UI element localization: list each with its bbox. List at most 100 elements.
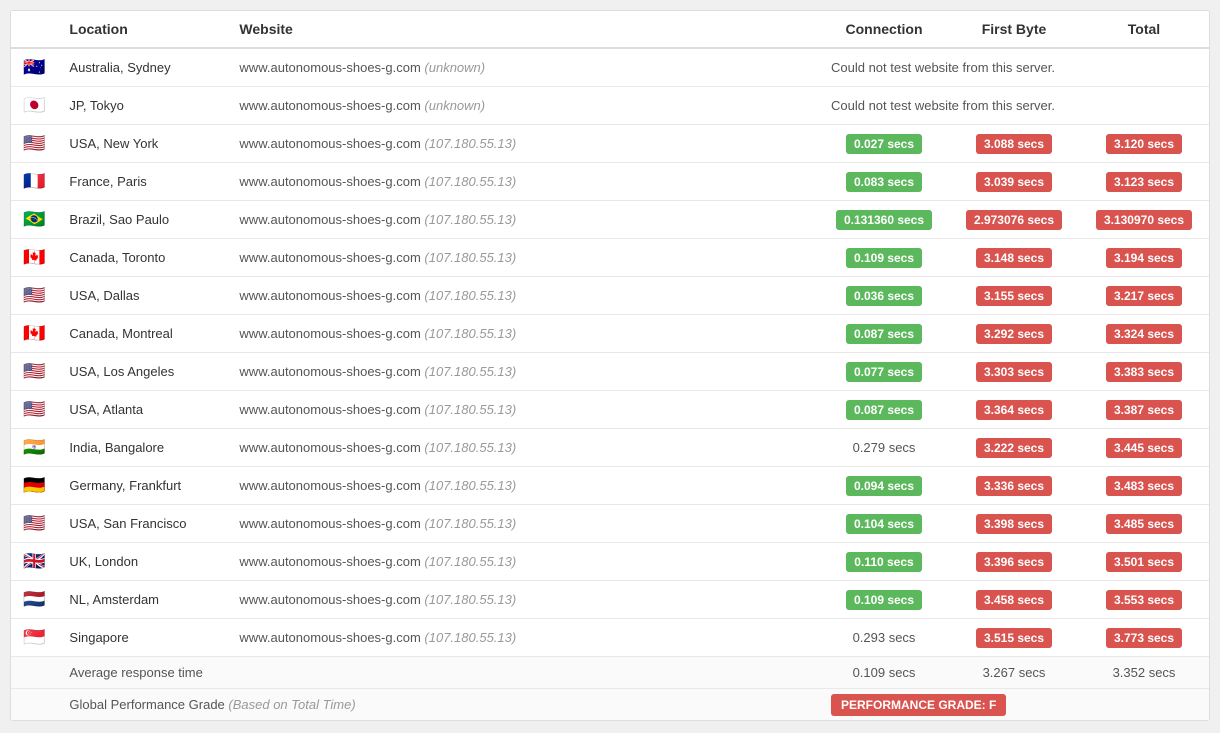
total-cell: 3.383 secs [1079, 353, 1209, 391]
website-cell: www.autonomous-shoes-g.com (107.180.55.1… [227, 315, 819, 353]
flag-cell: 🇺🇸 [11, 277, 57, 315]
location-cell: Germany, Frankfurt [57, 467, 227, 505]
table-row: 🇮🇳India, Bangalorewww.autonomous-shoes-g… [11, 429, 1209, 467]
location-cell: JP, Tokyo [57, 87, 227, 125]
website-cell: www.autonomous-shoes-g.com (107.180.55.1… [227, 391, 819, 429]
total-cell: 3.120 secs [1079, 125, 1209, 163]
firstbyte-cell: 3.155 secs [949, 277, 1079, 315]
connection-cell: 0.083 secs [819, 163, 949, 201]
avg-connection: 0.109 secs [819, 657, 949, 689]
flag-cell: 🇺🇸 [11, 505, 57, 543]
connection-cell: 0.087 secs [819, 391, 949, 429]
total-cell: 3.387 secs [1079, 391, 1209, 429]
website-cell: www.autonomous-shoes-g.com (107.180.55.1… [227, 163, 819, 201]
table-row: 🇨🇦Canada, Montrealwww.autonomous-shoes-g… [11, 315, 1209, 353]
error-cell: Could not test website from this server. [819, 48, 1209, 87]
table-row: 🇯🇵JP, Tokyowww.autonomous-shoes-g.com (u… [11, 87, 1209, 125]
connection-cell: 0.109 secs [819, 239, 949, 277]
firstbyte-cell: 3.088 secs [949, 125, 1079, 163]
flag-cell: 🇯🇵 [11, 87, 57, 125]
connection-cell: 0.036 secs [819, 277, 949, 315]
table-row: 🇺🇸USA, Atlantawww.autonomous-shoes-g.com… [11, 391, 1209, 429]
location-cell: USA, Los Angeles [57, 353, 227, 391]
col-header-total: Total [1079, 11, 1209, 48]
connection-cell: 0.077 secs [819, 353, 949, 391]
website-cell: www.autonomous-shoes-g.com (107.180.55.1… [227, 581, 819, 619]
flag-cell: 🇨🇦 [11, 315, 57, 353]
table-row: 🇦🇺Australia, Sydneywww.autonomous-shoes-… [11, 48, 1209, 87]
total-cell: 3.130970 secs [1079, 201, 1209, 239]
total-cell: 3.123 secs [1079, 163, 1209, 201]
flag-cell: 🇬🇧 [11, 543, 57, 581]
average-row: Average response time0.109 secs3.267 sec… [11, 657, 1209, 689]
total-cell: 3.445 secs [1079, 429, 1209, 467]
error-cell: Could not test website from this server. [819, 87, 1209, 125]
location-cell: USA, Atlanta [57, 391, 227, 429]
grade-row: Global Performance Grade (Based on Total… [11, 689, 1209, 721]
location-cell: Singapore [57, 619, 227, 657]
website-cell: www.autonomous-shoes-g.com (107.180.55.1… [227, 125, 819, 163]
flag-cell: 🇨🇦 [11, 239, 57, 277]
total-cell: 3.553 secs [1079, 581, 1209, 619]
total-cell: 3.773 secs [1079, 619, 1209, 657]
grade-label: Global Performance Grade (Based on Total… [57, 689, 819, 721]
website-cell: www.autonomous-shoes-g.com (unknown) [227, 48, 819, 87]
connection-cell: 0.104 secs [819, 505, 949, 543]
flag-cell: 🇳🇱 [11, 581, 57, 619]
flag-cell: 🇺🇸 [11, 125, 57, 163]
flag-cell: 🇩🇪 [11, 467, 57, 505]
website-cell: www.autonomous-shoes-g.com (107.180.55.1… [227, 543, 819, 581]
table-row: 🇺🇸USA, New Yorkwww.autonomous-shoes-g.co… [11, 125, 1209, 163]
website-cell: www.autonomous-shoes-g.com (107.180.55.1… [227, 277, 819, 315]
location-cell: USA, San Francisco [57, 505, 227, 543]
total-cell: 3.324 secs [1079, 315, 1209, 353]
avg-flag [11, 657, 57, 689]
flag-cell: 🇺🇸 [11, 353, 57, 391]
grade-flag [11, 689, 57, 721]
website-cell: www.autonomous-shoes-g.com (107.180.55.1… [227, 429, 819, 467]
col-header-location: Location [57, 11, 227, 48]
location-cell: UK, London [57, 543, 227, 581]
total-cell: 3.485 secs [1079, 505, 1209, 543]
connection-cell: 0.027 secs [819, 125, 949, 163]
col-header-website: Website [227, 11, 819, 48]
firstbyte-cell: 3.398 secs [949, 505, 1079, 543]
table-row: 🇩🇪Germany, Frankfurtwww.autonomous-shoes… [11, 467, 1209, 505]
table-row: 🇸🇬Singaporewww.autonomous-shoes-g.com (1… [11, 619, 1209, 657]
grade-badge-cell: PERFORMANCE GRADE: F [819, 689, 1209, 721]
firstbyte-cell: 3.458 secs [949, 581, 1079, 619]
table-row: 🇺🇸USA, Dallaswww.autonomous-shoes-g.com … [11, 277, 1209, 315]
firstbyte-cell: 3.303 secs [949, 353, 1079, 391]
table-row: 🇫🇷France, Pariswww.autonomous-shoes-g.co… [11, 163, 1209, 201]
total-cell: 3.483 secs [1079, 467, 1209, 505]
firstbyte-cell: 2.973076 secs [949, 201, 1079, 239]
website-cell: www.autonomous-shoes-g.com (107.180.55.1… [227, 467, 819, 505]
website-cell: www.autonomous-shoes-g.com (107.180.55.1… [227, 239, 819, 277]
connection-cell: 0.110 secs [819, 543, 949, 581]
total-cell: 3.194 secs [1079, 239, 1209, 277]
connection-cell: 0.087 secs [819, 315, 949, 353]
col-header-connection: Connection [819, 11, 949, 48]
website-cell: www.autonomous-shoes-g.com (107.180.55.1… [227, 619, 819, 657]
avg-firstbyte: 3.267 secs [949, 657, 1079, 689]
firstbyte-cell: 3.222 secs [949, 429, 1079, 467]
location-cell: USA, Dallas [57, 277, 227, 315]
firstbyte-cell: 3.148 secs [949, 239, 1079, 277]
table-row: 🇳🇱NL, Amsterdamwww.autonomous-shoes-g.co… [11, 581, 1209, 619]
table-row: 🇬🇧UK, Londonwww.autonomous-shoes-g.com (… [11, 543, 1209, 581]
website-cell: www.autonomous-shoes-g.com (107.180.55.1… [227, 201, 819, 239]
location-cell: NL, Amsterdam [57, 581, 227, 619]
flag-cell: 🇸🇬 [11, 619, 57, 657]
performance-grade-badge: PERFORMANCE GRADE: F [831, 694, 1006, 716]
total-cell: 3.501 secs [1079, 543, 1209, 581]
connection-cell: 0.279 secs [819, 429, 949, 467]
website-cell: www.autonomous-shoes-g.com (107.180.55.1… [227, 505, 819, 543]
table-row: 🇨🇦Canada, Torontowww.autonomous-shoes-g.… [11, 239, 1209, 277]
flag-cell: 🇺🇸 [11, 391, 57, 429]
location-cell: Canada, Toronto [57, 239, 227, 277]
avg-label: Average response time [57, 657, 819, 689]
flag-cell: 🇮🇳 [11, 429, 57, 467]
connection-cell: 0.293 secs [819, 619, 949, 657]
location-cell: France, Paris [57, 163, 227, 201]
connection-cell: 0.131360 secs [819, 201, 949, 239]
